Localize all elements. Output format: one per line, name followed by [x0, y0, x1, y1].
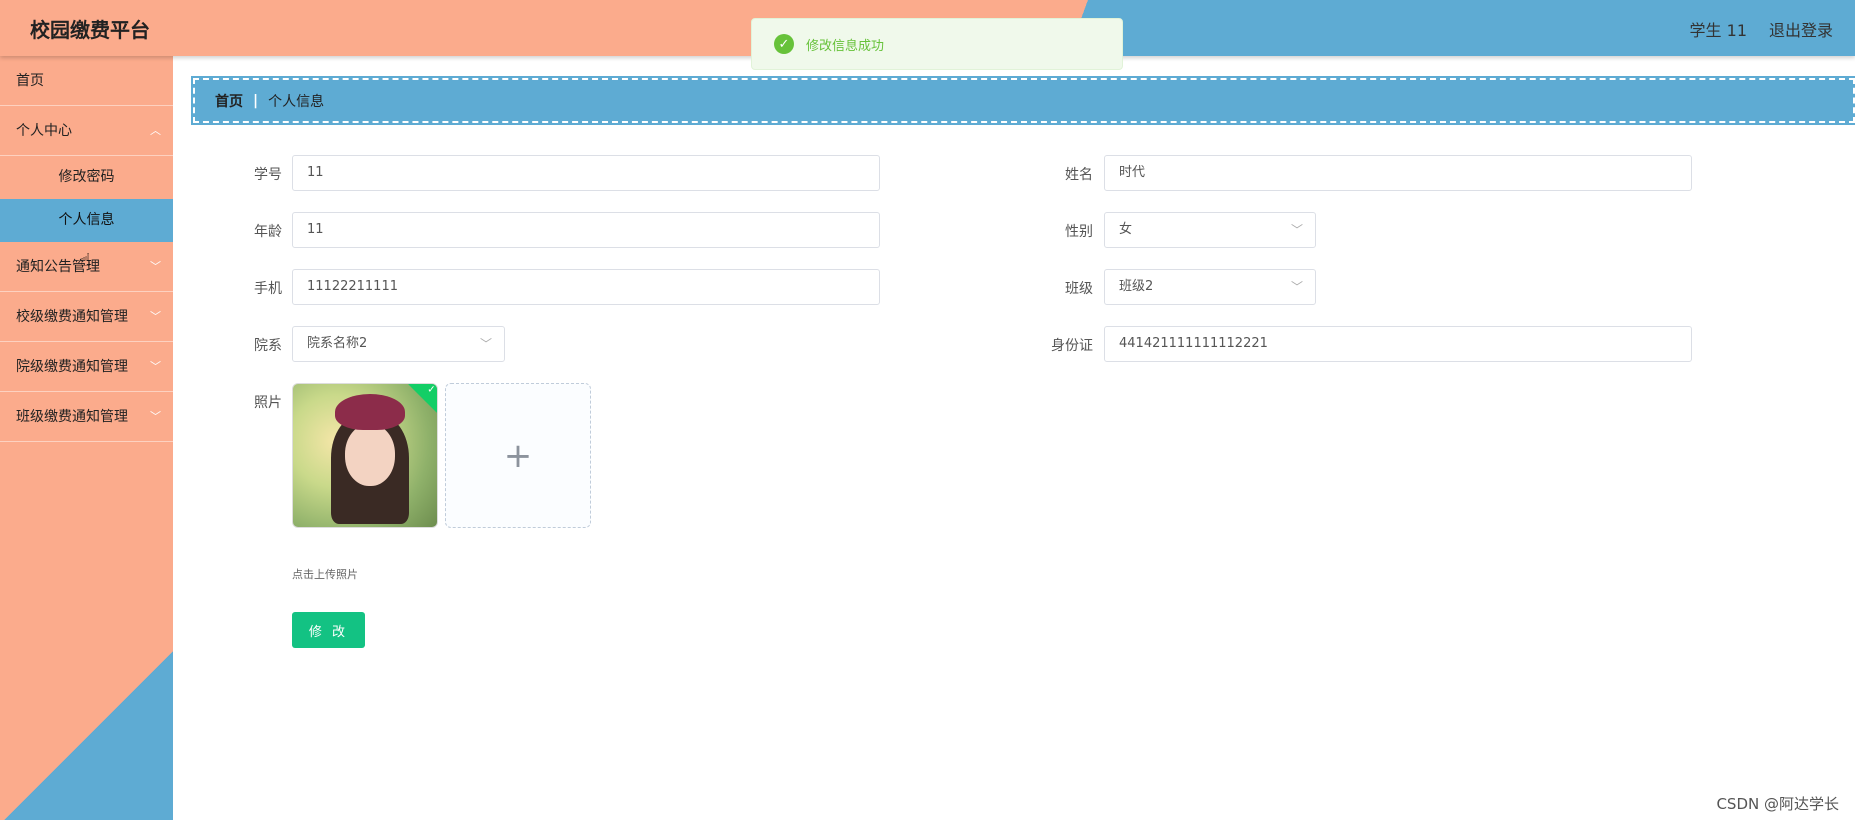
age-label: 年龄: [254, 224, 282, 240]
phone-label: 手机: [254, 281, 282, 297]
chevron-down-icon: ﹀: [150, 360, 161, 373]
upload-button[interactable]: +: [445, 383, 591, 528]
mouse-pointer-icon: ☝: [80, 250, 91, 271]
chevron-down-icon: ﹀: [1290, 280, 1303, 294]
name-label: 姓名: [1065, 167, 1093, 183]
sidebar-subitem-change-password[interactable]: 修改密码: [0, 156, 173, 199]
toast-message: 修改信息成功: [806, 38, 885, 54]
sidebar-item-class-fees[interactable]: 班级缴费通知管理 ﹀: [0, 392, 173, 442]
chevron-down-icon: ﹀: [479, 337, 492, 351]
chevron-down-icon: ﹀: [1290, 223, 1303, 237]
sidebar-item-department-fees[interactable]: 院级缴费通知管理 ﹀: [0, 342, 173, 392]
breadcrumb: 首页 | 个人信息: [191, 76, 1855, 125]
sidebar-item-personal-center[interactable]: 个人中心 ︿: [0, 106, 173, 156]
department-select[interactable]: 院系名称2 ﹀: [292, 326, 505, 362]
sidebar-subitem-personal-info[interactable]: 个人信息: [0, 199, 173, 242]
uploaded-photo[interactable]: ✓: [292, 383, 438, 528]
photo-face: [345, 424, 395, 486]
class-value: 班级2: [1119, 279, 1154, 294]
class-select[interactable]: 班级2 ﹀: [1104, 269, 1316, 305]
app-title: 校园缴费平台: [30, 18, 150, 42]
chevron-down-icon: ﹀: [150, 310, 161, 323]
gender-select[interactable]: 女 ﹀: [1104, 212, 1316, 248]
sidebar-item-label: 首页: [16, 73, 44, 89]
student-id-field[interactable]: 11: [292, 155, 880, 191]
student-id-label: 学号: [254, 167, 282, 183]
current-user: 学生 11: [1689, 21, 1747, 40]
logout-link[interactable]: 退出登录: [1769, 17, 1833, 41]
sidebar-item-label: 校级缴费通知管理: [16, 309, 128, 325]
upload-hint: 点击上传照片: [292, 568, 358, 581]
breadcrumb-home[interactable]: 首页: [215, 91, 243, 111]
chevron-up-icon: ︿: [150, 124, 161, 137]
gender-value: 女: [1119, 222, 1133, 237]
watermark: CSDN @阿达学长: [1716, 795, 1839, 813]
upload-success-badge: ✓: [408, 384, 437, 413]
name-field[interactable]: 时代: [1104, 155, 1692, 191]
check-icon: ✓: [427, 384, 436, 396]
id-card-label: 身份证: [1051, 338, 1093, 354]
class-label: 班级: [1065, 281, 1093, 297]
id-card-field[interactable]: 441421111111112221: [1104, 326, 1692, 362]
chevron-down-icon: ﹀: [150, 260, 161, 273]
sidebar-item-label: 个人中心: [16, 123, 72, 139]
gender-label: 性别: [1065, 224, 1093, 240]
age-field[interactable]: 11: [292, 212, 880, 248]
breadcrumb-separator: |: [253, 92, 259, 109]
sidebar: 首页 个人中心 ︿ 修改密码 个人信息 通知公告管理 ﹀ 校级缴费通知管理 ﹀ …: [0, 56, 173, 820]
photo-hat: [335, 394, 405, 430]
sidebar-item-school-fees[interactable]: 校级缴费通知管理 ﹀: [0, 292, 173, 342]
plus-icon: +: [503, 435, 533, 476]
success-toast: ✓ 修改信息成功: [751, 18, 1123, 70]
check-circle-icon: ✓: [774, 34, 794, 54]
department-label: 院系: [254, 338, 282, 354]
phone-field[interactable]: 11122211111: [292, 269, 880, 305]
department-value: 院系名称2: [307, 336, 368, 351]
sidebar-item-home[interactable]: 首页: [0, 56, 173, 106]
sidebar-item-label: 院级缴费通知管理: [16, 359, 128, 375]
chevron-down-icon: ﹀: [150, 410, 161, 423]
submit-button[interactable]: 修 改: [292, 612, 365, 648]
photo-label: 照片: [254, 395, 282, 411]
breadcrumb-current: 个人信息: [268, 93, 325, 110]
sidebar-item-label: 班级缴费通知管理: [16, 409, 128, 425]
